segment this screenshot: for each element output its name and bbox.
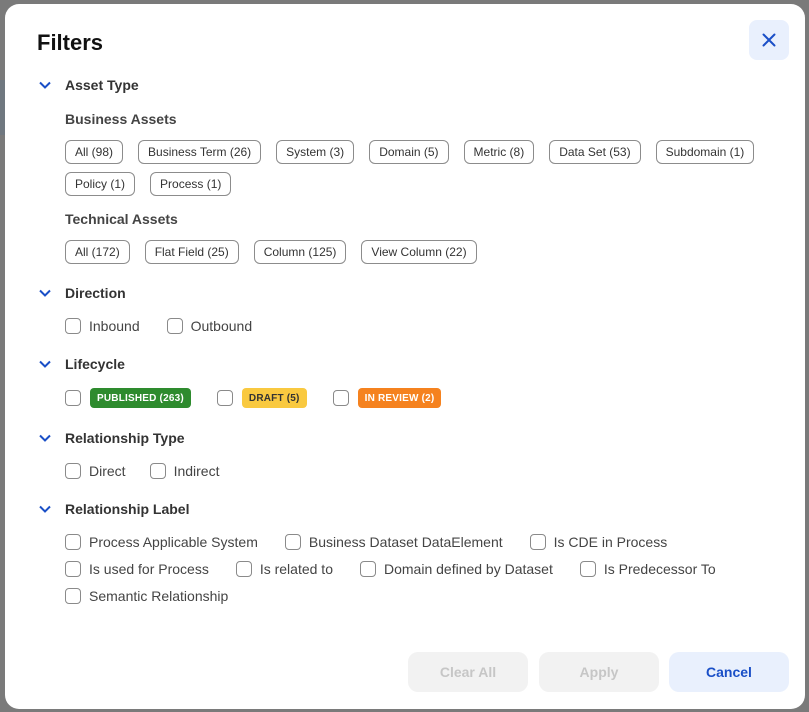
checkbox[interactable] [65,561,81,577]
chevron-down-icon [38,502,52,516]
cancel-button[interactable]: Cancel [669,652,789,692]
chevron-down-icon [38,78,52,92]
section-relationship-type[interactable]: Relationship Type [38,430,185,446]
checkbox-draft[interactable]: DRAFT (5) [216,388,307,408]
checkbox[interactable] [359,561,376,577]
checkbox-is-predecessor-to[interactable]: Is Predecessor To [579,561,716,577]
checkbox-is-related-to[interactable]: Is related to [235,561,333,577]
checkbox-is-used-for-process[interactable]: Is used for Process [65,561,209,577]
close-icon [762,33,776,47]
section-direction[interactable]: Direction [38,285,126,301]
relationship-label-row-1: Process Applicable System Business Datas… [65,534,667,550]
status-badge-published: PUBLISHED (263) [90,388,191,408]
checkbox-in-review[interactable]: IN REVIEW (2) [332,388,442,408]
relationship-label-row-2: Is used for Process Is related to Domain… [65,561,716,577]
relationship-type-options: Direct Indirect [65,463,219,479]
checkbox[interactable] [65,534,81,550]
section-lifecycle[interactable]: Lifecycle [38,356,125,372]
checkbox-process-applicable-system[interactable]: Process Applicable System [65,534,258,550]
section-label: Relationship Type [65,430,185,446]
checkbox-domain-defined-by-dataset[interactable]: Domain defined by Dataset [359,561,553,577]
checkbox-outbound[interactable]: Outbound [166,318,252,334]
technical-assets-label: Technical Assets [65,211,178,227]
chip-policy[interactable]: Policy (1) [65,172,136,196]
dialog-title: Filters [37,30,104,55]
chip-metric[interactable]: Metric (8) [463,140,535,164]
clear-all-button[interactable]: Clear All [408,652,528,692]
chevron-down-icon [38,357,52,371]
chevron-down-icon [38,286,52,300]
checkbox-semantic-relationship[interactable]: Semantic Relationship [65,588,228,604]
checkbox[interactable] [65,318,81,334]
technical-chip-row: All (172) Flat Field (25) Column (125) V… [65,240,477,264]
checkbox[interactable] [235,561,252,577]
chip-subdomain[interactable]: Subdomain (1) [655,140,755,164]
section-relationship-label[interactable]: Relationship Label [38,501,189,517]
checkbox-inbound[interactable]: Inbound [65,318,140,334]
chip-flat-field[interactable]: Flat Field (25) [144,240,239,264]
apply-button[interactable]: Apply [539,652,659,692]
chip-view-column[interactable]: View Column (22) [361,240,477,264]
checkbox[interactable] [65,463,81,479]
checkbox[interactable] [65,588,81,604]
chevron-down-icon [38,431,52,445]
chip-system[interactable]: System (3) [276,140,355,164]
checkbox-indirect[interactable]: Indirect [149,463,219,479]
direction-options: Inbound Outbound [65,318,252,334]
checkbox-direct[interactable]: Direct [65,463,126,479]
section-label: Lifecycle [65,356,125,372]
section-label: Relationship Label [65,501,190,517]
relationship-label-row-3: Semantic Relationship [65,588,228,604]
section-asset-type[interactable]: Asset Type [38,77,139,93]
section-label: Asset Type [65,77,139,93]
checkbox[interactable] [149,463,166,479]
business-chip-row-2: Policy (1) Process (1) [65,172,232,196]
checkbox[interactable] [284,534,301,550]
checkbox[interactable] [65,390,81,406]
checkbox[interactable] [332,390,349,406]
chip-domain[interactable]: Domain (5) [369,140,449,164]
checkbox[interactable] [529,534,546,550]
business-assets-label: Business Assets [65,111,177,127]
close-button[interactable] [749,20,789,60]
business-chip-row: All (98) Business Term (26) System (3) D… [65,140,755,164]
chip-technical-all[interactable]: All (172) [65,240,130,264]
section-label: Direction [65,285,126,301]
status-badge-draft: DRAFT (5) [241,388,307,408]
checkbox[interactable] [579,561,596,577]
lifecycle-options: PUBLISHED (263) DRAFT (5) IN REVIEW (2) [65,388,442,408]
checkbox[interactable] [216,390,233,406]
chip-business-all[interactable]: All (98) [65,140,124,164]
status-badge-in-review: IN REVIEW (2) [357,388,442,408]
checkbox-is-cde-in-process[interactable]: Is CDE in Process [529,534,667,550]
checkbox-published[interactable]: PUBLISHED (263) [65,388,191,408]
chip-column[interactable]: Column (125) [253,240,347,264]
checkbox[interactable] [166,318,183,334]
chip-process[interactable]: Process (1) [150,172,232,196]
chip-business-term[interactable]: Business Term (26) [138,140,262,164]
checkbox-business-dataset-dataelement[interactable]: Business Dataset DataElement [284,534,503,550]
filters-dialog: Filters Asset Type Business Assets All (… [5,4,805,709]
chip-data-set[interactable]: Data Set (53) [549,140,641,164]
